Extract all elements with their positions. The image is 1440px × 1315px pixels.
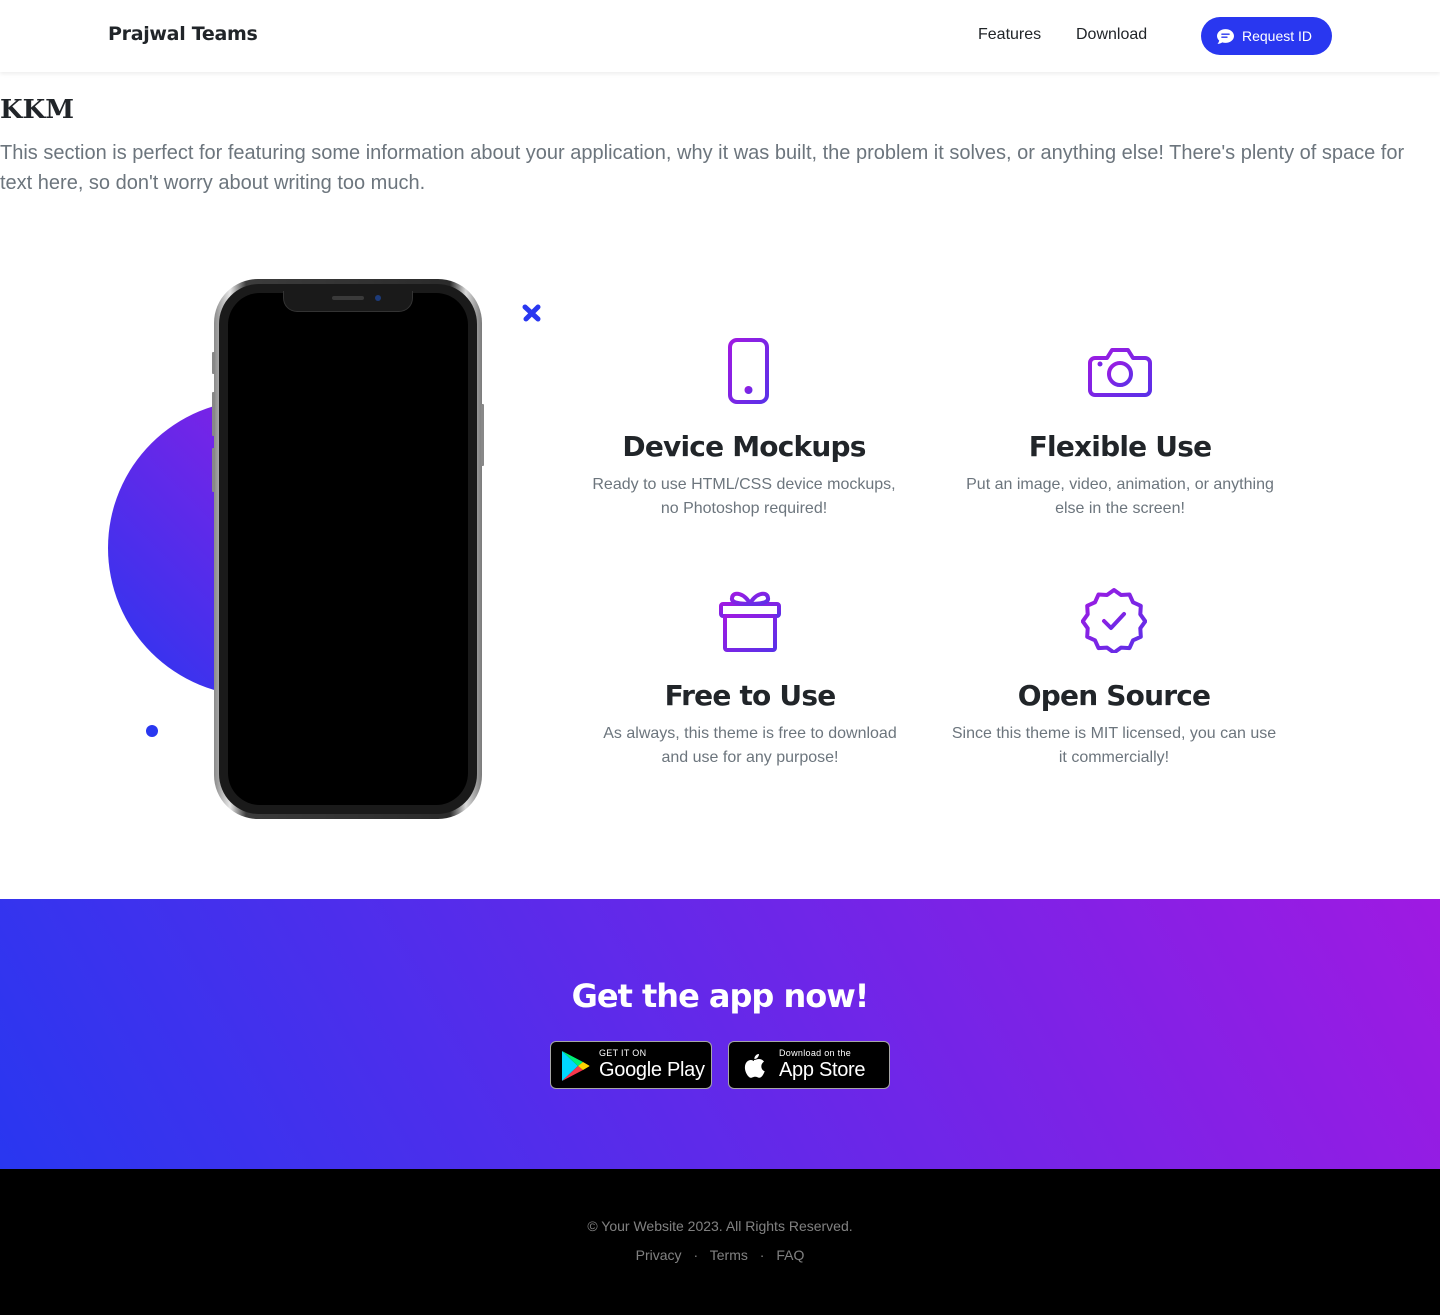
dot-decoration	[146, 725, 158, 737]
google-play-icon	[562, 1051, 590, 1081]
phone-side-button	[212, 352, 215, 374]
footer-link-terms[interactable]: Terms	[710, 1247, 748, 1263]
feature-flexible-use: Flexible Use Put an image, video, animat…	[952, 338, 1288, 521]
feature-text: Put an image, video, animation, or anyth…	[966, 476, 1274, 517]
copyright-text: © Your Website 2023. All Rights Reserved…	[587, 1218, 853, 1234]
google-play-big-text: Google Play	[599, 1059, 705, 1081]
feature-open-source: Open Source Since this theme is MIT lice…	[946, 587, 1282, 770]
request-id-label: Request ID	[1242, 28, 1313, 44]
phone-side-button	[212, 448, 215, 492]
app-store-big-text: App Store	[779, 1059, 866, 1081]
feature-text: Ready to use HTML/CSS device mockups, no…	[592, 476, 896, 517]
phone-icon	[728, 338, 769, 404]
about-title: KKM	[0, 95, 74, 125]
footer-links: Privacy · Terms · FAQ	[0, 1247, 1440, 1263]
request-id-button[interactable]: Request ID	[1201, 17, 1332, 55]
camera-icon	[1088, 348, 1152, 397]
brand-logo[interactable]: Prajwal Teams	[108, 23, 258, 45]
phone-mockup	[214, 279, 482, 819]
feature-device-mockups: Device Mockups Ready to use HTML/CSS dev…	[584, 338, 904, 521]
x-shape-decoration	[522, 304, 541, 322]
footer-link-faq[interactable]: FAQ	[776, 1247, 804, 1263]
footer-separator: ·	[693, 1247, 699, 1263]
navbar: Prajwal Teams Features Download Request …	[0, 0, 1440, 72]
feature-title: Free to Use	[664, 679, 837, 712]
chat-bubble-icon	[1217, 28, 1234, 44]
phone-side-button	[481, 404, 484, 466]
download-section: Get the app now! GET IT ON Google Play D…	[0, 899, 1440, 1169]
phone-screen	[228, 291, 468, 805]
google-play-badge[interactable]: GET IT ON Google Play	[550, 1041, 712, 1089]
feature-text: As always, this theme is free to downloa…	[603, 725, 897, 766]
patch-check-icon	[1081, 588, 1147, 653]
feature-title: Open Source	[1017, 679, 1211, 712]
phone-side-button	[212, 392, 215, 436]
phone-notch	[283, 291, 413, 312]
footer-link-privacy[interactable]: Privacy	[636, 1247, 682, 1263]
nav-link-download[interactable]: Download	[1076, 26, 1147, 44]
feature-title: Device Mockups	[622, 430, 866, 463]
download-title: Get the app now!	[571, 977, 870, 1015]
google-play-small-text: GET IT ON	[599, 1048, 647, 1058]
feature-free-to-use: Free to Use As always, this theme is fre…	[590, 587, 910, 770]
app-store-badge[interactable]: Download on the App Store	[728, 1041, 890, 1089]
footer: © Your Website 2023. All Rights Reserved…	[0, 1169, 1440, 1315]
gift-icon	[719, 591, 781, 652]
about-text: This section is perfect for featuring so…	[0, 142, 1405, 194]
apple-icon	[744, 1054, 765, 1078]
feature-title: Flexible Use	[1028, 430, 1212, 463]
app-store-small-text: Download on the	[779, 1048, 852, 1058]
feature-text: Since this theme is MIT licensed, you ca…	[951, 725, 1277, 766]
nav-link-features[interactable]: Features	[978, 26, 1041, 44]
footer-separator: ·	[759, 1247, 765, 1263]
